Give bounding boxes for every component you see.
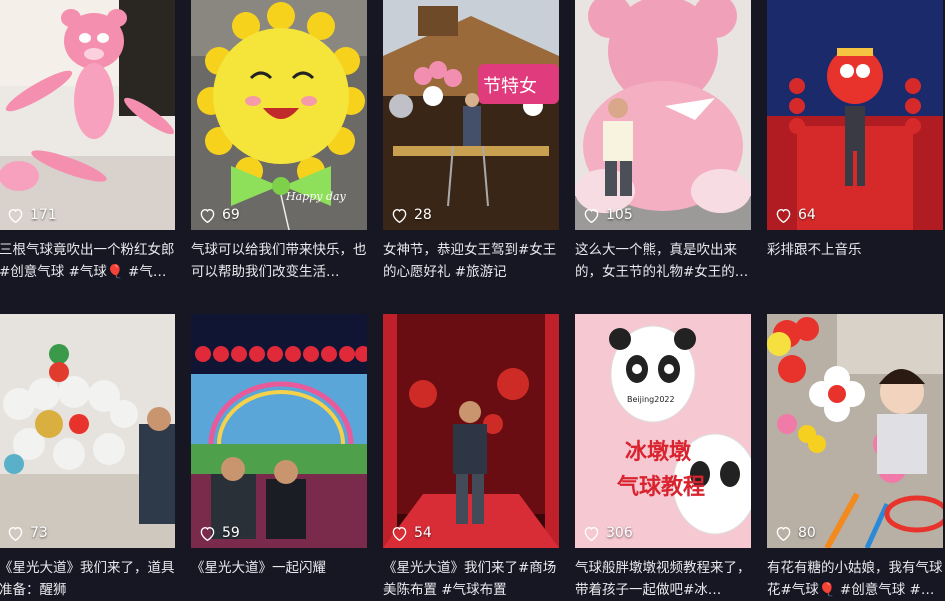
video-card[interactable]: 171 三根气球竟吹出一个粉红女郎#创意气球 #气球🎈 #气…: [0, 0, 175, 283]
heart-icon: [392, 208, 407, 223]
video-thumbnail[interactable]: Happy day 69: [191, 0, 367, 230]
heart-icon: [392, 526, 407, 541]
like-count-value: 28: [414, 207, 432, 223]
like-count: 59: [199, 525, 240, 541]
video-thumbnail[interactable]: 73: [0, 314, 175, 548]
video-thumbnail[interactable]: 171: [0, 0, 175, 230]
video-thumbnail[interactable]: 59: [191, 314, 367, 548]
video-description[interactable]: 彩排跟不上音乐: [767, 239, 943, 283]
balloon-flower-girl-image: [767, 314, 943, 548]
video-grid: 171 三根气球竟吹出一个粉红女郎#创意气球 #气球🎈 #气… Happy da…: [0, 0, 945, 598]
like-count-value: 64: [798, 207, 816, 223]
video-card[interactable]: Beijing2022 冰墩墩 气球教程 306 气球般胖墩墩视频教程来了，带着…: [575, 314, 751, 601]
video-description[interactable]: 三根气球竟吹出一个粉红女郎#创意气球 #气球🎈 #气…: [0, 239, 175, 283]
heart-icon: [8, 208, 23, 223]
video-description[interactable]: 气球可以给我们带来快乐，也可以帮助我们改变生活…: [191, 239, 367, 283]
video-thumbnail[interactable]: 64: [767, 0, 943, 230]
banner-text: 节特女: [483, 76, 537, 97]
heart-icon: [200, 526, 215, 541]
video-description[interactable]: 《星光大道》一起闪耀: [191, 557, 367, 601]
like-count-value: 73: [30, 525, 48, 541]
pink-panther-balloon-image: [0, 0, 175, 230]
like-count: 73: [7, 525, 48, 541]
video-card[interactable]: 节特女 28 女神节，恭迎女王驾到#女王的心愿好礼 #旅游记: [383, 0, 559, 283]
heart-icon: [776, 526, 791, 541]
sunflower-balloon-image: Happy day: [191, 0, 367, 230]
like-count-value: 171: [30, 207, 57, 223]
video-card[interactable]: Happy day 69 气球可以给我们带来快乐，也可以帮助我们改变生活…: [191, 0, 367, 283]
video-card[interactable]: 105 这么大一个熊，真是吹出来的，女王节的礼物#女王的…: [575, 0, 751, 283]
video-description[interactable]: 女神节，恭迎女王驾到#女王的心愿好礼 #旅游记: [383, 239, 559, 283]
heart-icon: [776, 208, 791, 223]
video-description[interactable]: 这么大一个熊，真是吹出来的，女王节的礼物#女王的…: [575, 239, 751, 283]
video-thumbnail[interactable]: 80: [767, 314, 943, 548]
video-description[interactable]: 《星光大道》我们来了#商场美陈布置 #气球布置: [383, 557, 559, 601]
video-card[interactable]: 73 《星光大道》我们来了，道具准备：醒狮: [0, 314, 175, 601]
heart-icon: [8, 526, 23, 541]
like-count: 80: [775, 525, 816, 541]
like-count: 306: [583, 525, 633, 541]
lion-dance-stage-image: [767, 0, 943, 230]
video-thumbnail[interactable]: 105: [575, 0, 751, 230]
like-count: 28: [391, 207, 432, 223]
video-description[interactable]: 《星光大道》我们来了，道具准备：醒狮: [0, 557, 175, 601]
happy-day-text: Happy day: [285, 190, 347, 203]
like-count-value: 54: [414, 525, 432, 541]
like-count: 69: [199, 207, 240, 223]
video-thumbnail[interactable]: 54: [383, 314, 559, 548]
giant-pink-bear-image: [575, 0, 751, 230]
heart-icon: [584, 526, 599, 541]
red-stage-image: [383, 314, 559, 548]
like-count-value: 80: [798, 525, 816, 541]
like-count: 171: [7, 207, 57, 223]
balloon-tutorial-title: 气球教程: [616, 474, 705, 500]
video-thumbnail[interactable]: Beijing2022 冰墩墩 气球教程 306: [575, 314, 751, 548]
like-count: 64: [775, 207, 816, 223]
like-count: 54: [391, 525, 432, 541]
beijing2022-logo-text: Beijing2022: [627, 395, 675, 404]
storefront-balloon-image: 节特女: [383, 0, 559, 230]
video-card[interactable]: 54 《星光大道》我们来了#商场美陈布置 #气球布置: [383, 314, 559, 601]
lion-head-balloon-image: [0, 314, 175, 548]
rainbow-stage-image: [191, 314, 367, 548]
video-description[interactable]: 有花有糖的小姑娘，我有气球花#气球🎈 #创意气球 #…: [767, 557, 943, 601]
video-card[interactable]: 59 《星光大道》一起闪耀: [191, 314, 367, 601]
like-count-value: 69: [222, 207, 240, 223]
video-card[interactable]: 80 有花有糖的小姑娘，我有气球花#气球🎈 #创意气球 #…: [767, 314, 943, 601]
heart-icon: [200, 208, 215, 223]
like-count: 105: [583, 207, 633, 223]
like-count-value: 105: [606, 207, 633, 223]
bing-dwen-dwen-image: Beijing2022 冰墩墩 气球教程: [575, 314, 751, 548]
bing-dwen-dwen-title: 冰墩墩: [625, 439, 692, 465]
video-thumbnail[interactable]: 节特女 28: [383, 0, 559, 230]
video-card[interactable]: 64 彩排跟不上音乐: [767, 0, 943, 283]
like-count-value: 306: [606, 525, 633, 541]
heart-icon: [584, 208, 599, 223]
like-count-value: 59: [222, 525, 240, 541]
video-description[interactable]: 气球般胖墩墩视频教程来了，带着孩子一起做吧#冰…: [575, 557, 751, 601]
